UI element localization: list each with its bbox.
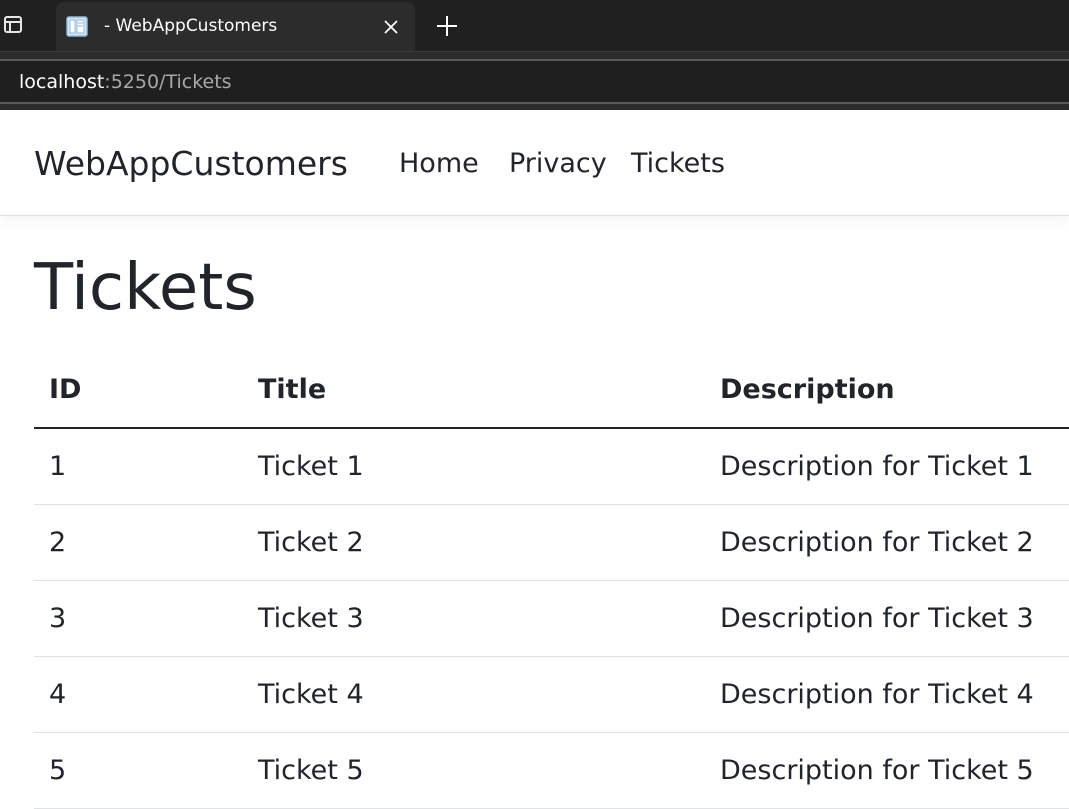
ticket-title-cell: Ticket 1: [243, 428, 705, 505]
ticket-title-cell: Ticket 5: [243, 732, 705, 809]
page-icon: [66, 16, 88, 37]
nav-link-privacy[interactable]: Privacy: [509, 148, 607, 179]
ticket-title-cell: Ticket 2: [243, 504, 705, 581]
table-row: 2 Ticket 2 Description for Ticket 2: [34, 504, 1069, 581]
tab-title: - WebAppCustomers: [104, 16, 278, 36]
plus-icon[interactable]: [433, 12, 461, 40]
ticket-description-cell: Description for Ticket 3: [705, 580, 1069, 657]
site-navbar: WebAppCustomers Home Privacy Tickets: [0, 110, 1069, 216]
close-icon[interactable]: [382, 18, 400, 36]
column-header-id: ID: [34, 352, 243, 429]
ticket-id-cell: 4: [34, 656, 243, 733]
page-title: Tickets: [34, 251, 257, 325]
brand-link[interactable]: WebAppCustomers: [34, 144, 348, 183]
tab-actions-button[interactable]: [0, 0, 52, 51]
ticket-description-cell: Description for Ticket 2: [705, 504, 1069, 581]
browser-toolbar: localhost:5250/Tickets: [0, 51, 1069, 110]
table-row: 5 Ticket 5 Description for Ticket 5: [34, 732, 1069, 809]
url-text: localhost:5250/Tickets: [19, 71, 232, 93]
column-header-title: Title: [243, 352, 705, 429]
address-bar[interactable]: localhost:5250/Tickets: [0, 59, 1069, 104]
ticket-title-cell: Ticket 4: [243, 656, 705, 733]
ticket-description-cell: Description for Ticket 1: [705, 428, 1069, 505]
ticket-id-cell: 5: [34, 732, 243, 809]
ticket-id-cell: 1: [34, 428, 243, 505]
tickets-table: ID Title Description 1 Ticket 1 Descript…: [34, 352, 1069, 809]
ticket-description-cell: Description for Ticket 5: [705, 732, 1069, 809]
browser-tab-strip: - WebAppCustomers: [0, 0, 1069, 51]
nav-link-tickets[interactable]: Tickets: [631, 148, 725, 179]
ticket-id-cell: 2: [34, 504, 243, 581]
window-icon: [4, 16, 22, 33]
url-path: :5250/Tickets: [104, 71, 232, 93]
ticket-description-cell: Description for Ticket 4: [705, 656, 1069, 733]
browser-tab-active[interactable]: - WebAppCustomers: [56, 2, 415, 51]
table-row: 4 Ticket 4 Description for Ticket 4: [34, 656, 1069, 733]
table-row: 1 Ticket 1 Description for Ticket 1: [34, 428, 1069, 505]
table-row: 3 Ticket 3 Description for Ticket 3: [34, 580, 1069, 657]
url-host: localhost: [19, 71, 105, 93]
nav-link-home[interactable]: Home: [399, 148, 479, 179]
ticket-id-cell: 3: [34, 580, 243, 657]
column-header-description: Description: [705, 352, 1069, 429]
table-header-row: ID Title Description: [34, 352, 1069, 429]
ticket-title-cell: Ticket 3: [243, 580, 705, 657]
